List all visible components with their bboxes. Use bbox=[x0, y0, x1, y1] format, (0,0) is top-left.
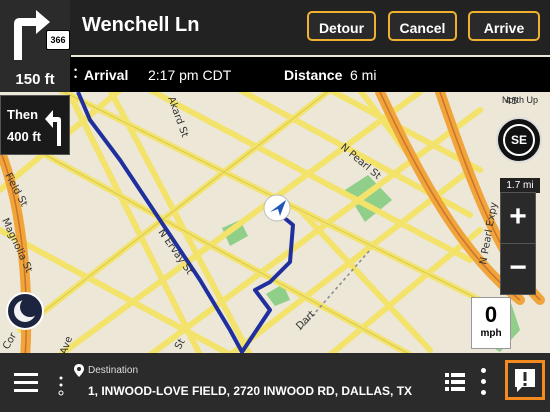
navigation-header: Wenchell Ln Detour Cancel Arrive bbox=[70, 0, 550, 55]
distance-label: Distance bbox=[284, 67, 343, 83]
menu-icon[interactable] bbox=[14, 373, 38, 393]
highway-shield: 366 bbox=[46, 30, 70, 50]
speedometer: 0 mph bbox=[471, 297, 511, 349]
trip-info-bar[interactable]: • • Arrival 2:17 pm CDT Distance 6 mi bbox=[70, 57, 550, 92]
detour-button[interactable]: Detour bbox=[307, 11, 376, 41]
arrival-time: 2:17 pm CDT bbox=[148, 67, 232, 83]
speed-value: 0 bbox=[484, 302, 498, 327]
report-issue-button[interactable] bbox=[505, 360, 545, 400]
arrival-label: Arrival bbox=[84, 67, 129, 83]
speed-unit: mph bbox=[480, 328, 502, 339]
cancel-button[interactable]: Cancel bbox=[388, 11, 457, 41]
vehicle-position-icon bbox=[263, 194, 291, 222]
compass-button[interactable]: SE bbox=[496, 117, 542, 163]
list-icon[interactable] bbox=[445, 373, 465, 391]
compass-direction: SE bbox=[510, 133, 527, 147]
turn-left-arrow-icon bbox=[45, 110, 61, 146]
night-mode-button[interactable] bbox=[6, 292, 44, 330]
then-distance: 400 ft bbox=[7, 129, 41, 144]
zoom-out-button[interactable]: − bbox=[500, 243, 536, 295]
distance-value: 6 mi bbox=[350, 67, 377, 83]
next-turn-panel[interactable]: 366 150 ft bbox=[0, 0, 71, 92]
next-street-name: Wenchell Ln bbox=[82, 14, 200, 36]
next-turn-distance: 150 ft bbox=[15, 71, 55, 88]
alert-message-icon bbox=[515, 369, 535, 392]
toggle-dots-icon: • • bbox=[74, 65, 78, 82]
location-pin-icon bbox=[74, 364, 84, 377]
more-options-icon[interactable] bbox=[480, 368, 488, 396]
map-scale: 1.7 mi bbox=[500, 178, 540, 193]
destination-label: Destination bbox=[88, 365, 139, 376]
then-turn-panel: Then 400 ft bbox=[0, 95, 70, 155]
arrive-button[interactable]: Arrive bbox=[468, 11, 540, 41]
then-label: Then bbox=[7, 107, 39, 122]
zoom-in-button[interactable]: + bbox=[500, 192, 536, 244]
route-dots-icon bbox=[58, 376, 64, 396]
bottom-bar: Destination 1, INWOOD-LOVE FIELD, 2720 I… bbox=[0, 353, 550, 412]
north-up-label: North Up bbox=[502, 95, 539, 105]
moon-icon bbox=[14, 297, 40, 322]
destination-address[interactable]: 1, INWOOD-LOVE FIELD, 2720 INWOOD RD, DA… bbox=[88, 384, 412, 398]
